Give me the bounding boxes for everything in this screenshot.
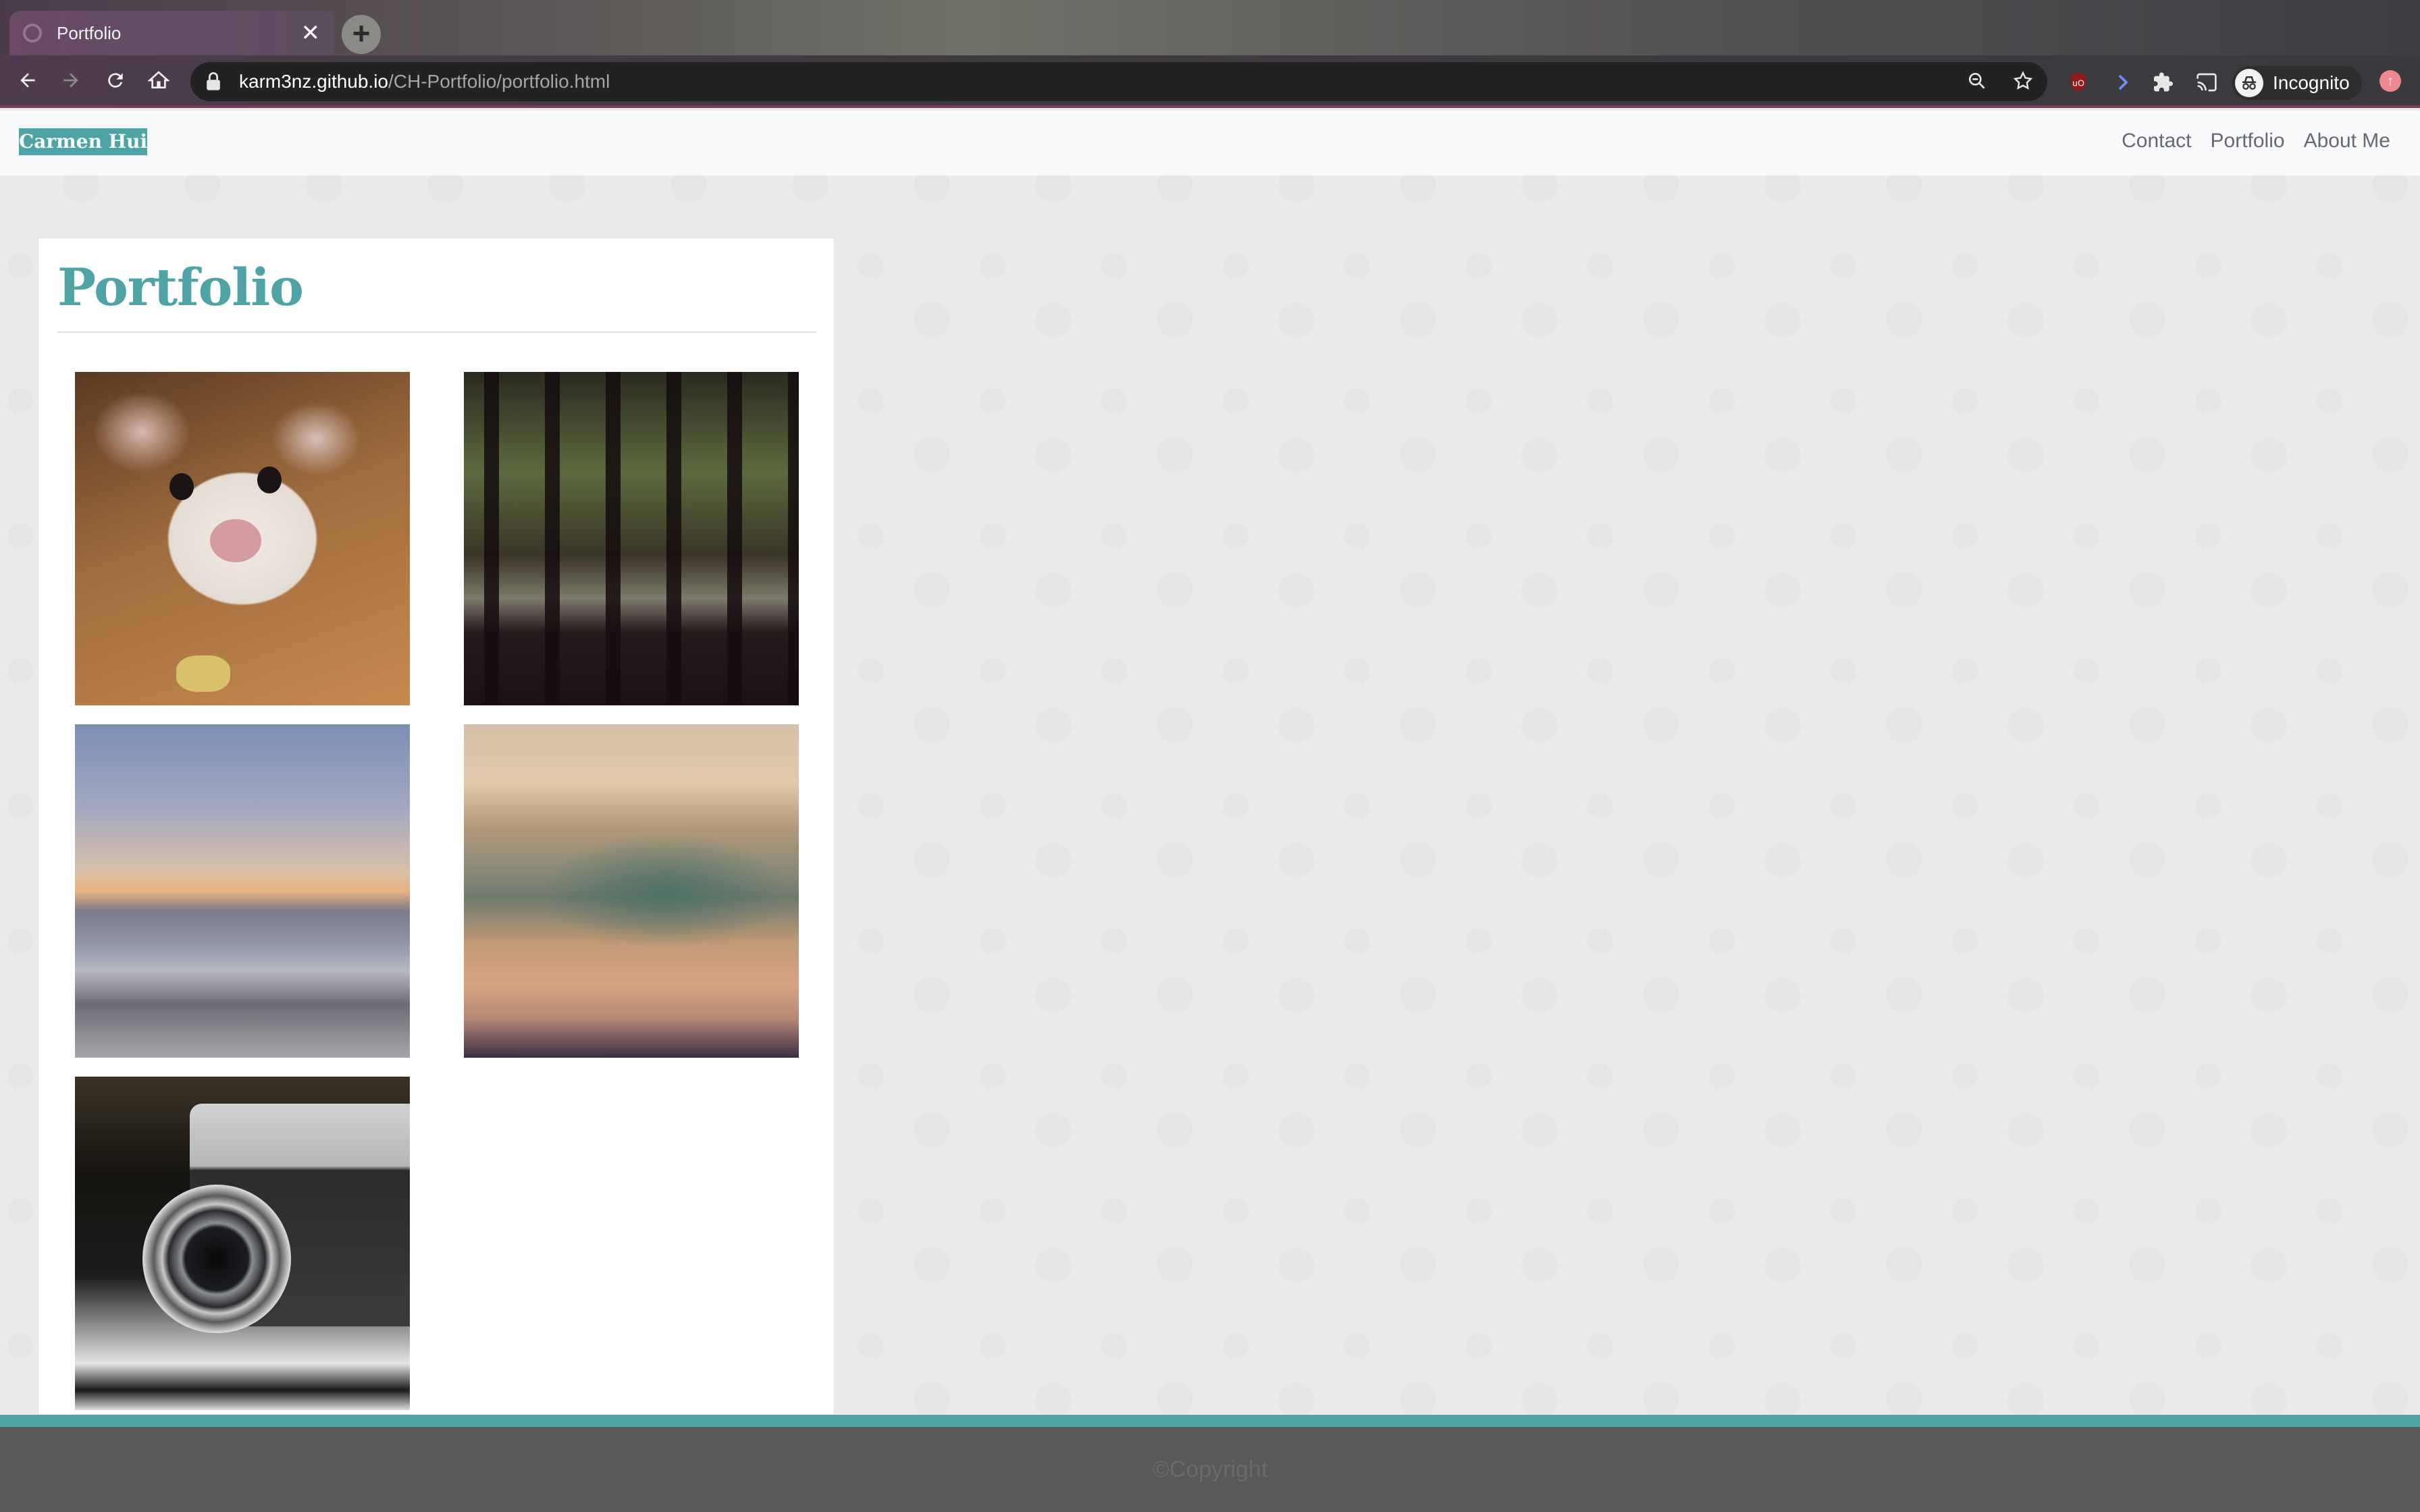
- site-brand[interactable]: Carmen Hui: [19, 128, 148, 155]
- svg-text:uO: uO: [2072, 79, 2084, 89]
- tab-favicon-icon: [23, 24, 42, 43]
- portfolio-card: Portfolio: [38, 238, 835, 1415]
- update-arrow-icon[interactable]: ↑: [2379, 70, 2401, 92]
- ocean-wave-photo[interactable]: [464, 724, 799, 1058]
- hamster-eye: [257, 466, 282, 493]
- url-text: karm3nz.github.io/CH-Portfolio/portfolio…: [239, 71, 610, 92]
- hamster-food: [176, 655, 230, 692]
- footer-accent-bar: [0, 1415, 2420, 1427]
- extensions-puzzle-icon[interactable]: [2150, 69, 2177, 96]
- camera-lens: [142, 1185, 291, 1333]
- hamster-nose: [210, 519, 261, 562]
- page-title: Portfolio: [57, 257, 304, 317]
- forest-photo[interactable]: [464, 372, 799, 705]
- close-icon[interactable]: ✕: [301, 22, 321, 45]
- incognito-icon: [2235, 69, 2263, 97]
- browser-toolbar: karm3nz.github.io/CH-Portfolio/portfolio…: [0, 55, 2420, 108]
- ublock-icon[interactable]: uO: [2065, 69, 2092, 96]
- reload-icon[interactable]: [97, 62, 134, 99]
- incognito-profile-button[interactable]: Incognito: [2232, 66, 2362, 100]
- incognito-label: Incognito: [2273, 72, 2350, 93]
- address-bar[interactable]: karm3nz.github.io/CH-Portfolio/portfolio…: [190, 62, 2047, 101]
- hamster-photo[interactable]: [75, 372, 410, 705]
- browser-tabstrip: Portfolio ✕ +: [0, 0, 2420, 55]
- chevron-right-icon[interactable]: [2109, 69, 2136, 96]
- title-divider: [57, 331, 816, 333]
- nav-link-portfolio[interactable]: Portfolio: [2211, 130, 2285, 153]
- back-icon[interactable]: [9, 62, 46, 99]
- hamster-eye: [169, 473, 194, 500]
- site-footer: ©Copyright: [0, 1427, 2420, 1512]
- zoom-icon[interactable]: [1966, 70, 1988, 92]
- nav-links: Contact Portfolio About Me: [2122, 130, 2390, 153]
- nav-link-about-me[interactable]: About Me: [2304, 130, 2390, 153]
- bookmark-star-icon[interactable]: [2012, 70, 2034, 92]
- new-tab-button[interactable]: +: [342, 15, 381, 54]
- cast-icon[interactable]: [2193, 69, 2220, 96]
- forward-icon[interactable]: [53, 62, 89, 99]
- home-icon[interactable]: [140, 62, 177, 99]
- site-navbar: Carmen Hui Contact Portfolio About Me: [0, 111, 2420, 176]
- vintage-camera-photo[interactable]: [75, 1077, 410, 1410]
- nav-link-contact[interactable]: Contact: [2122, 130, 2191, 153]
- browser-tab[interactable]: Portfolio ✕: [9, 11, 334, 55]
- copyright-text: ©Copyright: [1152, 1456, 1268, 1482]
- sunset-sea-photo[interactable]: [75, 724, 410, 1058]
- tab-title: Portfolio: [57, 22, 122, 43]
- lock-icon: [207, 72, 220, 90]
